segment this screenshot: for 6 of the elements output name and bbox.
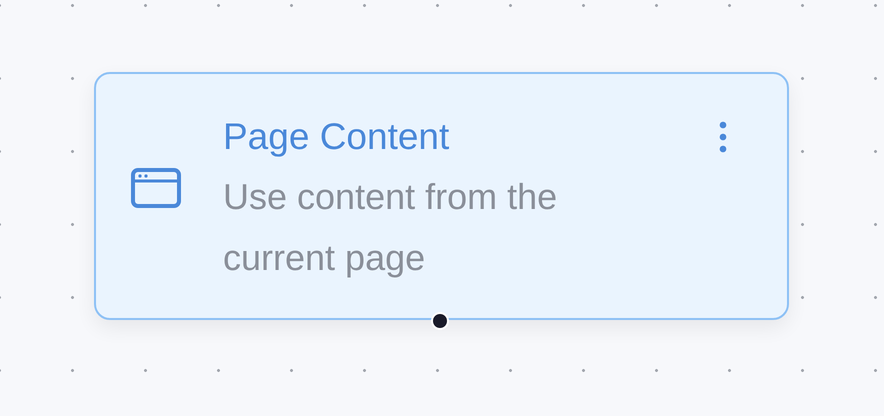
node-title: Page Content — [223, 115, 450, 159]
node-description: Use content from the current page — [223, 175, 558, 280]
connection-handle[interactable] — [431, 312, 449, 330]
node-card[interactable]: Page Content Use content from the current page — [94, 72, 789, 320]
more-options-icon[interactable] — [718, 121, 728, 153]
window-icon — [131, 168, 181, 208]
